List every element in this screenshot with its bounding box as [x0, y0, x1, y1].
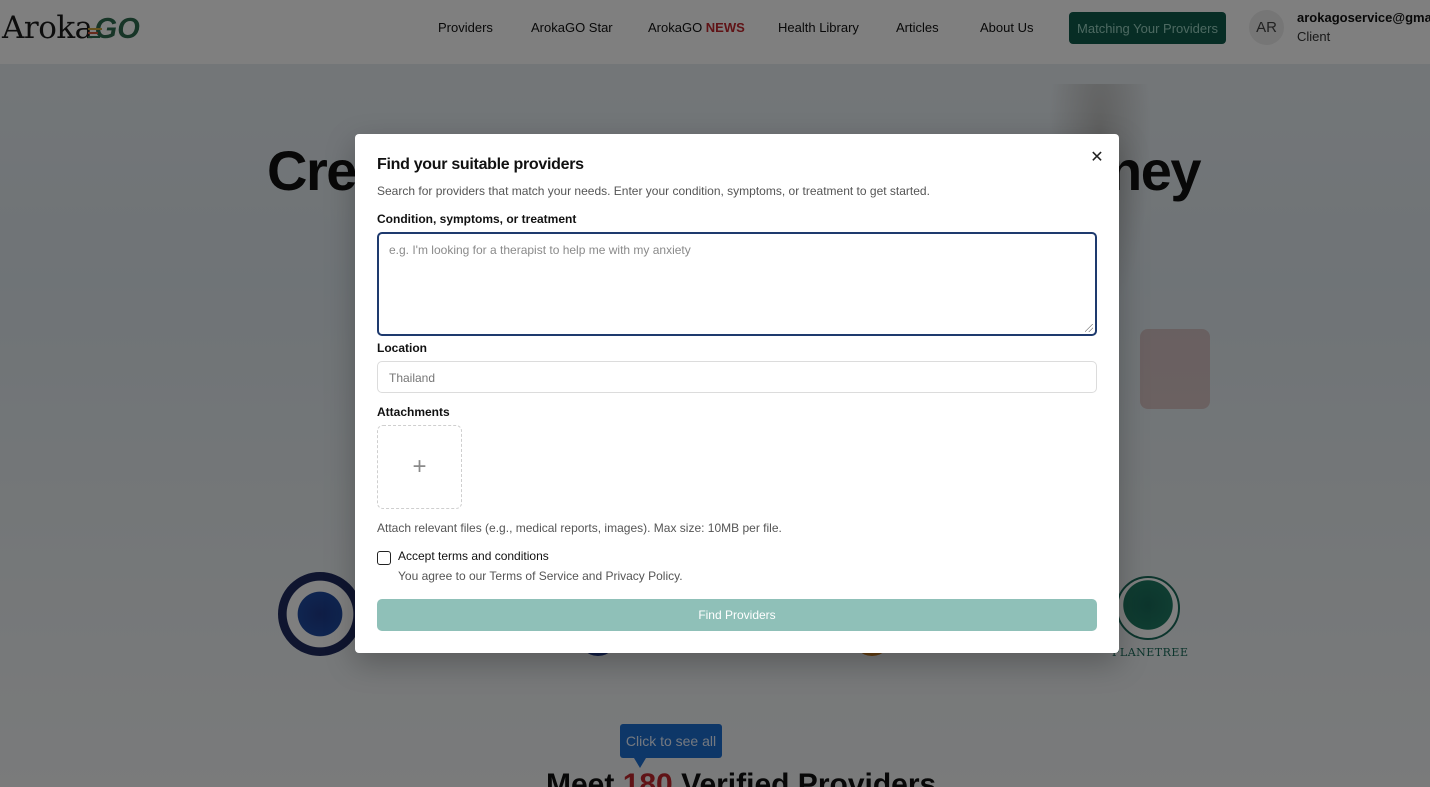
- dialog-description: Search for providers that match your nee…: [377, 184, 930, 198]
- location-placeholder: Thailand: [389, 371, 436, 385]
- condition-textarea[interactable]: e.g. I'm looking for a therapist to help…: [377, 232, 1097, 336]
- attachments-help: Attach relevant files (e.g., medical rep…: [377, 521, 782, 535]
- condition-label: Condition, symptoms, or treatment: [377, 212, 577, 226]
- condition-placeholder: e.g. I'm looking for a therapist to help…: [389, 243, 691, 257]
- close-icon[interactable]: ✕: [1088, 148, 1106, 166]
- attachments-label: Attachments: [377, 405, 450, 419]
- location-label: Location: [377, 341, 427, 355]
- resize-handle-icon[interactable]: [1085, 324, 1093, 332]
- terms-checkbox[interactable]: [377, 551, 391, 565]
- find-providers-button[interactable]: Find Providers: [377, 599, 1097, 631]
- attachment-upload-button[interactable]: +: [377, 425, 462, 509]
- dialog-title: Find your suitable providers: [377, 156, 584, 173]
- find-providers-dialog: ✕ Find your suitable providers Search fo…: [355, 134, 1119, 653]
- terms-subtext: You agree to our Terms of Service and Pr…: [398, 569, 683, 583]
- plus-icon: +: [412, 453, 427, 480]
- location-input[interactable]: Thailand: [377, 361, 1097, 393]
- terms-label[interactable]: Accept terms and conditions: [398, 549, 549, 563]
